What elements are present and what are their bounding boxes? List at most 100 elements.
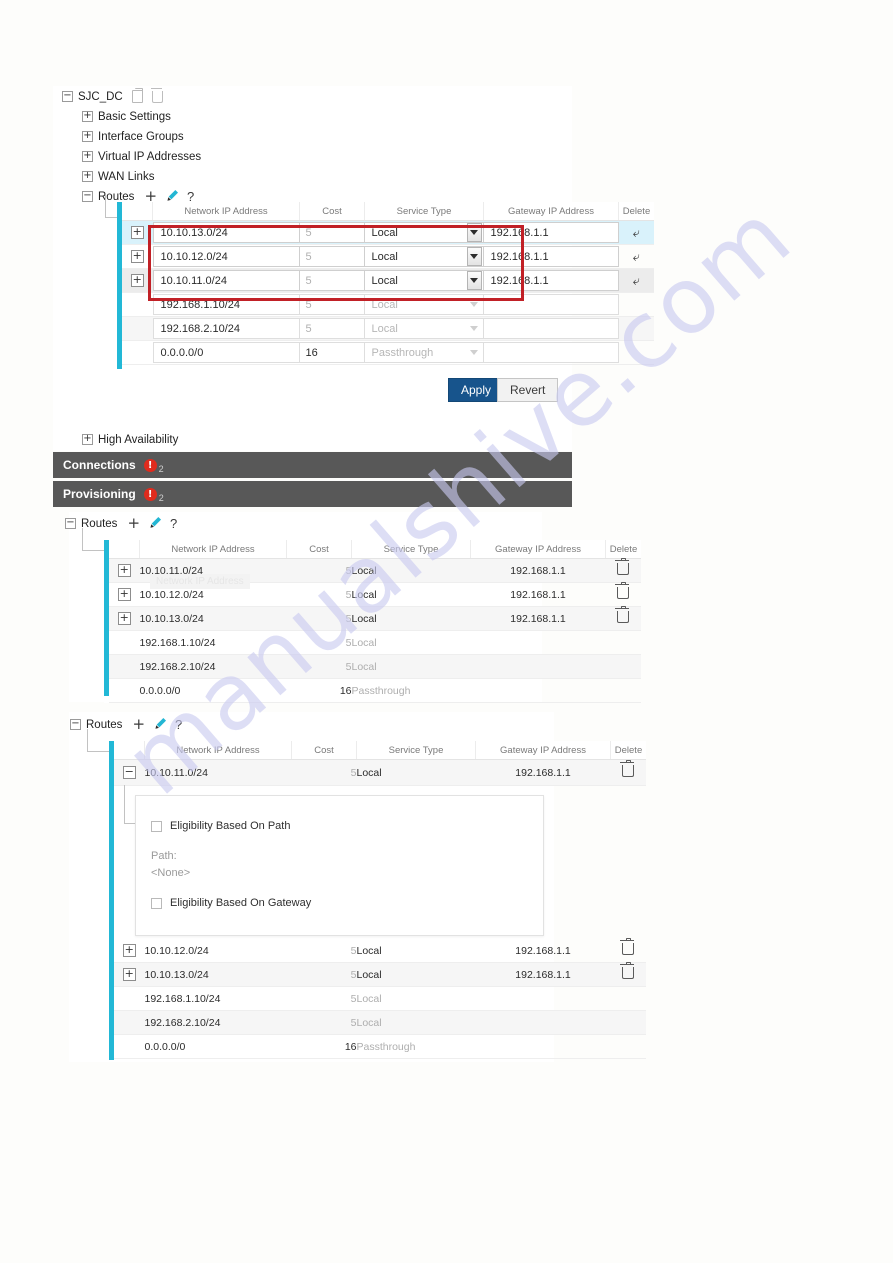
cell-delete[interactable] [610, 961, 646, 987]
cell-network[interactable]: 10.10.13.0/24 [152, 220, 300, 245]
table-row[interactable]: + 10.10.13.0/24 5 Local 192.168.1.1 [109, 605, 641, 631]
undo-icon[interactable]: ⤶ [633, 226, 640, 239]
pencil-icon[interactable] [154, 717, 167, 733]
chevron-down-icon[interactable] [466, 247, 482, 266]
cell-action[interactable]: ⤶ [618, 220, 654, 245]
apply-button[interactable]: Apply [448, 378, 505, 402]
expand-toggle-interface-groups[interactable]: + [82, 130, 93, 142]
expand-toggle-basic-settings[interactable]: + [82, 110, 93, 122]
eligibility-gateway-row[interactable]: Eligibility Based On Gateway [151, 897, 543, 909]
checkbox-eligibility-gateway[interactable] [151, 897, 162, 909]
table-row[interactable]: + 10.10.12.0/24 5 Local 192.168.1.1 [114, 937, 646, 963]
expand-toggle-high-availability[interactable]: + [82, 433, 93, 445]
expand-row-icon[interactable]: + [117, 564, 131, 577]
tree-root-sjc-dc[interactable]: − SJC_DC [62, 87, 392, 105]
cell-action[interactable]: ⤶ [618, 268, 654, 293]
row-expand-cell[interactable]: + [114, 939, 145, 963]
cell-delete[interactable] [605, 605, 641, 631]
trash-icon[interactable] [150, 87, 163, 103]
expand-row-icon[interactable]: + [122, 968, 136, 981]
cell-service-type[interactable]: Local [364, 244, 484, 269]
cell-action[interactable]: ⤶ [618, 244, 654, 269]
cell-network[interactable]: 10.10.11.0/24 [152, 268, 300, 293]
row-expand-cell[interactable]: + [122, 220, 153, 245]
cell-delete[interactable] [605, 581, 641, 607]
expand-row-icon[interactable]: + [130, 226, 144, 239]
chevron-down-icon[interactable] [466, 223, 482, 242]
gateway-input[interactable]: 192.168.1.1 [483, 246, 619, 267]
trash-icon[interactable] [615, 581, 630, 599]
cell-cost[interactable]: 5 [299, 244, 365, 269]
trash-icon[interactable] [620, 937, 635, 955]
pencil-icon[interactable] [149, 516, 162, 532]
service-type-select[interactable]: Local [364, 270, 484, 291]
expand-row-icon[interactable]: + [130, 274, 144, 287]
row-expand-cell[interactable]: + [109, 606, 140, 631]
tree-item-high-availability[interactable]: + High Availability [82, 431, 178, 448]
chevron-down-icon[interactable] [466, 271, 482, 290]
table-row[interactable]: + 10.10.13.0/24 5 Local 192.168.1.1 [114, 961, 646, 987]
cost-input[interactable]: 5 [299, 222, 365, 243]
cell-cost[interactable]: 5 [299, 268, 365, 293]
row-expand-cell[interactable]: + [114, 962, 145, 987]
cell-gateway[interactable]: 192.168.1.1 [483, 268, 619, 293]
collapse-toggle-routes[interactable]: − [82, 190, 93, 202]
cell-cost[interactable]: 5 [299, 220, 365, 245]
cell-gateway[interactable]: 192.168.1.1 [483, 220, 619, 245]
collapse-row-icon[interactable]: − [122, 766, 136, 779]
undo-icon[interactable]: ⤶ [633, 250, 640, 263]
undo-icon[interactable]: ⤶ [633, 274, 640, 287]
table-row-expanded[interactable]: − 10.10.11.0/24 5 Local 192.168.1.1 [114, 759, 646, 786]
service-type-select[interactable]: Local [364, 246, 484, 267]
help-icon[interactable]: ? [175, 718, 182, 731]
cell-delete[interactable] [610, 759, 646, 786]
network-input[interactable]: 10.10.11.0/24 [152, 270, 300, 291]
expand-row-icon[interactable]: + [117, 612, 131, 625]
tree-item-wan-links[interactable]: + WAN Links [82, 168, 392, 185]
gateway-input[interactable]: 192.168.1.1 [483, 270, 619, 291]
error-icon[interactable]: ! [143, 458, 157, 472]
expand-row-icon[interactable]: + [117, 588, 131, 601]
table-row[interactable]: + 10.10.12.0/24 5 Local 192.168.1.1 ⤶ [122, 244, 654, 269]
collapse-toggle-routes[interactable]: − [65, 517, 76, 529]
service-type-select[interactable]: Local [364, 222, 484, 243]
error-icon[interactable]: ! [143, 487, 157, 501]
tree-item-basic-settings[interactable]: + Basic Settings [82, 108, 392, 125]
cell-service-type[interactable]: Local [364, 268, 484, 293]
expand-row-icon[interactable]: + [130, 250, 144, 263]
table-row[interactable]: + 10.10.13.0/24 5 Local 192.168.1.1 ⤶ [122, 220, 654, 245]
row-collapse-cell[interactable]: − [114, 759, 145, 786]
row-expand-cell[interactable]: + [122, 244, 153, 269]
network-input[interactable]: 10.10.13.0/24 [152, 222, 300, 243]
collapse-toggle-routes[interactable]: − [70, 718, 81, 730]
expand-row-icon[interactable]: + [122, 944, 136, 957]
tree-item-virtual-ip-addresses[interactable]: + Virtual IP Addresses [82, 148, 392, 165]
checkbox-eligibility-path[interactable] [151, 820, 162, 832]
row-expand-cell[interactable]: + [109, 582, 140, 607]
collapse-toggle-root[interactable]: − [62, 90, 73, 102]
gateway-input[interactable]: 192.168.1.1 [483, 222, 619, 243]
trash-icon[interactable] [615, 605, 630, 623]
row-expand-cell[interactable]: + [122, 268, 153, 293]
section-bar-connections[interactable]: Connections ! 2 [53, 452, 572, 478]
cost-input[interactable]: 5 [299, 246, 365, 267]
cell-network[interactable]: 10.10.12.0/24 [152, 244, 300, 269]
cell-delete[interactable] [605, 557, 641, 583]
copy-icon[interactable] [131, 88, 143, 103]
table-row[interactable]: + 10.10.11.0/24 5 Local 192.168.1.1 ⤶ [122, 268, 654, 293]
trash-icon[interactable] [620, 759, 635, 777]
row-expand-cell[interactable]: + [109, 558, 140, 583]
trash-icon[interactable] [620, 961, 635, 979]
cost-input[interactable]: 5 [299, 270, 365, 291]
expand-toggle-wan-links[interactable]: + [82, 170, 93, 182]
cell-gateway[interactable]: 192.168.1.1 [483, 244, 619, 269]
help-icon[interactable]: ? [170, 517, 177, 530]
tree-item-interface-groups[interactable]: + Interface Groups [82, 128, 392, 145]
section-bar-provisioning[interactable]: Provisioning ! 2 [53, 481, 572, 507]
expand-toggle-virtual-ip[interactable]: + [82, 150, 93, 162]
cell-delete[interactable] [610, 937, 646, 963]
eligibility-path-row[interactable]: Eligibility Based On Path [151, 820, 543, 832]
cell-service-type[interactable]: Local [364, 220, 484, 245]
revert-button[interactable]: Revert [497, 378, 559, 402]
add-route-icon[interactable]: + [127, 516, 140, 531]
